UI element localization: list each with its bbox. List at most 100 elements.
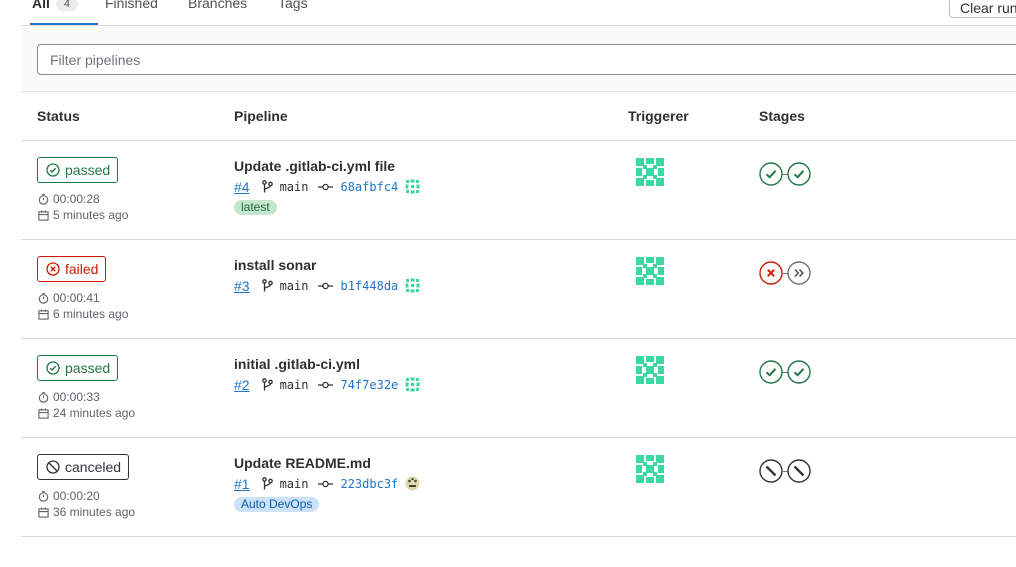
pipeline-refs: #1 main 223dbc3f — [234, 475, 427, 492]
tag-auto-devops: Auto DevOps — [234, 497, 320, 512]
timer-icon — [38, 193, 49, 205]
pipeline-finished: 36 minutes ago — [38, 505, 135, 519]
author-avatar-icon[interactable] — [405, 278, 420, 293]
pipeline-title[interactable]: initial .gitlab-ci.yml — [234, 356, 360, 372]
check-circle-icon — [46, 361, 60, 375]
identicon-icon — [636, 356, 664, 384]
timer-icon — [38, 391, 49, 403]
tab-all[interactable]: All 4 — [30, 0, 98, 25]
commit-sha-link[interactable]: b1f448da — [340, 279, 398, 293]
column-status: Status — [37, 108, 80, 124]
stage-skipped-icon[interactable] — [787, 261, 811, 285]
status-badge-canceled[interactable]: canceled — [37, 454, 130, 480]
pipeline-title[interactable]: Update .gitlab-ci.yml file — [234, 158, 395, 174]
finished-text: 6 minutes ago — [53, 307, 129, 321]
timer-icon — [38, 490, 49, 502]
branch-name[interactable]: main — [280, 477, 309, 491]
triggerer-avatar[interactable] — [634, 255, 666, 292]
branch-name[interactable]: main — [280, 180, 309, 194]
pipeline-id-link[interactable]: #4 — [234, 179, 250, 195]
pipeline-refs: #4 main 68afbfc4 — [234, 178, 427, 195]
x-circle-icon — [46, 262, 60, 276]
calendar-icon — [38, 407, 49, 419]
column-pipeline: Pipeline — [234, 108, 288, 124]
pipeline-id-link[interactable]: #1 — [234, 476, 250, 492]
commit-sha-link[interactable]: 68afbfc4 — [340, 180, 398, 194]
branch-icon — [261, 477, 273, 490]
pipeline-stages — [759, 162, 811, 186]
author-avatar-icon[interactable] — [405, 476, 420, 491]
table-header: Status Pipeline Triggerer Stages — [21, 92, 1016, 141]
stage-failed-icon[interactable] — [759, 261, 783, 285]
commit-sha-link[interactable]: 223dbc3f — [340, 477, 398, 491]
pipeline-title[interactable]: Update README.md — [234, 455, 371, 471]
pipeline-id-link[interactable]: #2 — [234, 377, 250, 393]
status-label: passed — [65, 360, 111, 376]
duration-text: 00:00:33 — [53, 390, 100, 404]
commit-icon — [318, 480, 334, 487]
tab-branches[interactable]: Branches — [188, 0, 247, 25]
duration-text: 00:00:41 — [53, 291, 100, 305]
calendar-icon — [38, 506, 49, 518]
pipeline-refs: #3 main b1f448da — [234, 277, 427, 294]
table-row: canceled 00:00:20 36 minutes ago Update … — [21, 438, 1016, 537]
stage-success-icon[interactable] — [787, 162, 811, 186]
triggerer-avatar[interactable] — [634, 156, 666, 193]
identicon-icon — [636, 455, 664, 483]
stage-success-icon[interactable] — [759, 360, 783, 384]
triggerer-avatar[interactable] — [634, 354, 666, 391]
clear-runner-caches-button[interactable]: Clear runne — [949, 0, 1016, 18]
duration-text: 00:00:20 — [53, 489, 100, 503]
stage-success-icon[interactable] — [759, 162, 783, 186]
commit-icon — [318, 183, 334, 190]
calendar-icon — [38, 308, 49, 320]
pipeline-stages — [759, 261, 811, 285]
check-circle-icon — [46, 163, 60, 177]
commit-icon — [318, 282, 334, 289]
branch-name[interactable]: main — [280, 279, 309, 293]
finished-text: 5 minutes ago — [53, 208, 129, 222]
status-label: failed — [65, 261, 99, 277]
tab-tags[interactable]: Tags — [278, 0, 308, 25]
stage-canceled-icon[interactable] — [787, 459, 811, 483]
status-label: passed — [65, 162, 111, 178]
column-triggerer: Triggerer — [628, 108, 689, 124]
identicon-icon — [636, 158, 664, 186]
tab-all-count: 4 — [55, 0, 79, 11]
status-badge-passed[interactable]: passed — [37, 355, 119, 381]
pipeline-stages — [759, 360, 811, 384]
timer-icon — [38, 292, 49, 304]
branch-icon — [261, 378, 273, 391]
pipeline-finished: 5 minutes ago — [38, 208, 128, 222]
pipeline-title[interactable]: install sonar — [234, 257, 316, 273]
stage-canceled-icon[interactable] — [759, 459, 783, 483]
author-avatar-icon[interactable] — [405, 377, 420, 392]
commit-sha-link[interactable]: 74f7e32e — [340, 378, 398, 392]
pipeline-duration: 00:00:20 — [38, 489, 100, 503]
branch-icon — [261, 180, 273, 193]
author-avatar-icon[interactable] — [405, 179, 420, 194]
finished-text: 36 minutes ago — [53, 505, 136, 519]
calendar-icon — [38, 209, 49, 221]
table-row: passed 00:00:33 24 minutes ago initial .… — [21, 339, 1016, 438]
column-stages: Stages — [759, 108, 805, 124]
pipeline-tabs: All 4 Finished Branches Tags Clear runne — [21, 0, 1016, 26]
branch-icon — [261, 279, 273, 292]
stage-success-icon[interactable] — [787, 360, 811, 384]
tag-latest: latest — [234, 200, 277, 215]
filter-bar: Filter pipelines — [21, 27, 1016, 92]
pipeline-duration: 00:00:41 — [38, 291, 100, 305]
pipeline-finished: 6 minutes ago — [38, 307, 128, 321]
status-badge-passed[interactable]: passed — [37, 157, 119, 183]
tab-finished[interactable]: Finished — [105, 0, 158, 25]
status-badge-failed[interactable]: failed — [37, 256, 107, 282]
duration-text: 00:00:28 — [53, 192, 100, 206]
cancel-icon — [46, 460, 60, 474]
branch-name[interactable]: main — [280, 378, 309, 392]
pipeline-stages — [759, 459, 811, 483]
filter-pipelines-input[interactable]: Filter pipelines — [37, 44, 1016, 75]
pipeline-id-link[interactable]: #3 — [234, 278, 250, 294]
pipeline-refs: #2 main 74f7e32e — [234, 376, 427, 393]
triggerer-avatar[interactable] — [634, 453, 666, 490]
identicon-icon — [636, 257, 664, 285]
